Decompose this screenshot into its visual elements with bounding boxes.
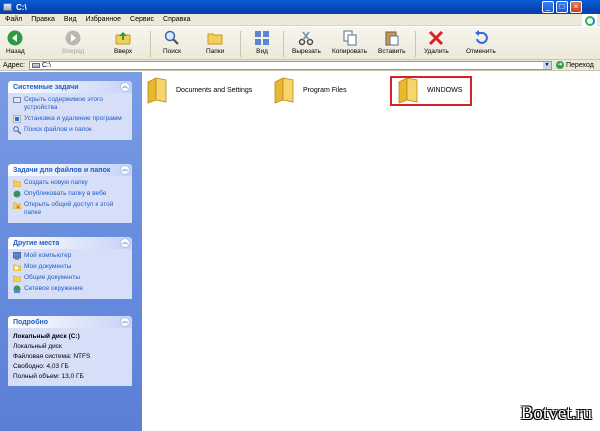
address-bar: Адрес: C:\ ▼ ➔ Переход	[0, 60, 600, 71]
menu-favorites[interactable]: Избранное	[86, 16, 121, 23]
details-name: Локальный диск (C:)	[13, 333, 80, 340]
delete-button[interactable]: Удалить	[424, 30, 449, 55]
globe-icon	[13, 190, 21, 198]
back-arrow-icon	[7, 30, 23, 46]
place-my-computer[interactable]: Мой компьютер	[13, 252, 128, 260]
task-pane: Системные задачи ︽ Скрыть содержимое это…	[0, 72, 142, 431]
file-tasks-panel: Задачи для файлов и папок ︽ Создать нову…	[8, 164, 132, 223]
menu-file[interactable]: Файл	[5, 16, 22, 23]
place-my-documents[interactable]: Мои документы	[13, 263, 128, 271]
computer-icon	[13, 252, 21, 260]
share-icon	[13, 202, 21, 209]
window-controls: _ □ ×	[542, 1, 582, 13]
paste-button[interactable]: Вставить	[378, 30, 406, 55]
go-arrow-icon: ➔	[556, 61, 564, 69]
shared-folder-icon	[13, 275, 21, 282]
go-button[interactable]: ➔ Переход	[556, 61, 594, 69]
details-filesystem: Файловая система: NTFS	[13, 353, 91, 360]
address-value: C:\	[42, 62, 51, 69]
search-icon	[164, 30, 180, 46]
new-folder-icon	[13, 180, 21, 187]
maximize-button[interactable]: □	[556, 1, 568, 13]
other-places-header[interactable]: Другие места ︽	[8, 237, 132, 249]
folder-view: Documents and Settings Program Files WIN…	[142, 72, 600, 431]
window-title: C:\	[16, 2, 27, 12]
up-button[interactable]: Вверх	[114, 30, 132, 55]
file-tasks-header[interactable]: Задачи для файлов и папок ︽	[8, 164, 132, 176]
network-icon	[13, 285, 21, 293]
address-input[interactable]: C:\ ▼	[29, 61, 552, 70]
drive-icon	[32, 63, 40, 68]
menu-help[interactable]: Справка	[163, 16, 190, 23]
search-icon	[13, 126, 21, 134]
system-tasks-panel: Системные задачи ︽ Скрыть содержимое это…	[8, 81, 132, 140]
folder-icon	[147, 77, 167, 104]
close-button[interactable]: ×	[570, 1, 582, 13]
chevron-down-icon[interactable]: ▼	[543, 62, 551, 69]
folder-program-files[interactable]: Program Files	[273, 76, 347, 104]
collapse-icon[interactable]: ︽	[120, 165, 130, 175]
forward-arrow-icon	[65, 30, 81, 46]
folder-up-icon	[115, 30, 131, 46]
details-panel: Подробно ︽ Локальный диск (C:) Локальный…	[8, 316, 132, 386]
view-icon	[254, 30, 270, 46]
search-button[interactable]: Поиск	[163, 30, 181, 55]
folders-icon	[207, 30, 223, 46]
back-button[interactable]: Назад	[6, 30, 25, 55]
windows-logo-icon	[582, 14, 597, 28]
collapse-icon[interactable]: ︽	[120, 82, 130, 92]
collapse-icon[interactable]: ︽	[120, 317, 130, 327]
forward-button[interactable]: Вперед	[62, 30, 84, 55]
place-shared-documents[interactable]: Общие документы	[13, 274, 128, 282]
delete-x-icon	[428, 30, 444, 46]
toolbar: Назад Вперед Вверх Поиск Папки Вид Вырез…	[0, 27, 600, 60]
programs-icon	[13, 115, 21, 123]
undo-button[interactable]: Отменить	[466, 30, 496, 55]
paste-icon	[384, 30, 400, 46]
documents-folder-icon	[13, 264, 21, 271]
details-total-size: Полный объем: 13,0 ГБ	[13, 373, 84, 380]
undo-icon	[473, 30, 489, 46]
scissors-icon	[298, 30, 314, 46]
other-places-panel: Другие места ︽ Мой компьютер Мои докумен…	[8, 237, 132, 299]
address-label: Адрес:	[3, 61, 25, 69]
drive-icon	[3, 3, 12, 11]
cut-button[interactable]: Вырезать	[292, 30, 321, 55]
details-type: Локальный диск	[13, 343, 62, 350]
task-hide-contents[interactable]: Скрыть содержимое этого устройства	[13, 96, 128, 112]
view-button[interactable]: Вид	[254, 30, 270, 55]
task-share-folder[interactable]: Открыть общий доступ к этой папке	[13, 201, 128, 217]
details-free-space: Свободно: 4,03 ГБ	[13, 363, 69, 370]
watermark: Botvet.ru	[520, 403, 592, 424]
folders-button[interactable]: Папки	[206, 30, 224, 55]
place-network[interactable]: Сетевое окружение	[13, 285, 128, 293]
minimize-button[interactable]: _	[542, 1, 554, 13]
menu-edit[interactable]: Правка	[31, 16, 55, 23]
menu-view[interactable]: Вид	[64, 16, 77, 23]
menu-bar: Файл Правка Вид Избранное Сервис Справка	[0, 14, 600, 26]
folder-documents-and-settings[interactable]: Documents and Settings	[146, 76, 252, 104]
details-header[interactable]: Подробно ︽	[8, 316, 132, 328]
folder-icon	[274, 77, 294, 104]
copy-button[interactable]: Копировать	[332, 30, 367, 55]
hide-icon	[13, 97, 21, 103]
collapse-icon[interactable]: ︽	[120, 238, 130, 248]
task-new-folder[interactable]: Создать новую папку	[13, 179, 128, 187]
highlight-box	[390, 76, 472, 106]
copy-icon	[342, 30, 358, 46]
task-add-remove-programs[interactable]: Установка и удаление программ	[13, 115, 128, 123]
title-bar: C:\ _ □ ×	[0, 0, 600, 14]
system-tasks-header[interactable]: Системные задачи ︽	[8, 81, 132, 93]
task-search-files[interactable]: Поиск файлов и папок	[13, 126, 128, 134]
menu-tools[interactable]: Сервис	[130, 16, 154, 23]
task-publish-web[interactable]: Опубликовать папку в вебе	[13, 190, 128, 198]
